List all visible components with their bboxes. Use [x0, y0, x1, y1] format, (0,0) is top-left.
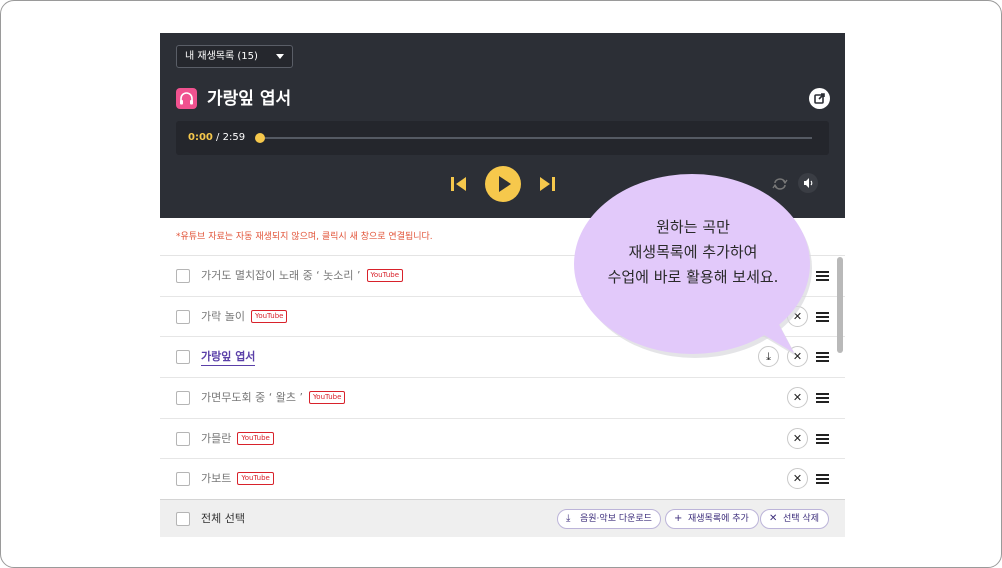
share-icon[interactable]	[809, 88, 830, 109]
youtube-badge: YouTube	[308, 391, 346, 405]
item-checkbox[interactable]	[176, 309, 190, 324]
youtube-badge: YouTube	[237, 431, 274, 445]
list-item[interactable]: 가믈란 YouTube ✕	[160, 419, 845, 460]
song-title-text: 가면무도회 중 ‘ 왈츠 ’	[201, 391, 303, 405]
song-title-text: 가락 놀이	[201, 309, 245, 323]
download-selected-label: 음원·악보 다운로드	[580, 514, 652, 524]
item-checkbox[interactable]	[176, 391, 190, 406]
item-checkbox[interactable]	[176, 472, 190, 487]
song-title-link[interactable]: 가락 놀이 YouTube	[201, 309, 288, 325]
time-display: 0:00 / 2:59	[188, 131, 245, 145]
callout-bubble: 원하는 곡만 재생목록에 추가하여 수업에 바로 활용해 보세요.	[574, 167, 812, 359]
play-icon[interactable]	[485, 166, 521, 202]
close-icon[interactable]: ✕	[787, 427, 808, 449]
time-current: 0:00	[188, 132, 213, 143]
youtube-badge: YouTube	[366, 269, 404, 282]
chevron-down-icon	[276, 54, 284, 59]
youtube-notice: *유튜브 자료는 자동 재생되지 않으며, 클릭시 새 창으로 연결됩니다.	[176, 232, 433, 242]
song-title-text: 가믈란	[201, 431, 232, 445]
song-title-link[interactable]: 가믈란 YouTube	[201, 431, 274, 447]
drag-handle-icon[interactable]	[816, 433, 829, 444]
time-separator: /	[212, 132, 223, 143]
item-checkbox[interactable]	[176, 350, 190, 365]
drag-handle-icon[interactable]	[816, 474, 829, 485]
callout-line-1: 원하는 곡만	[656, 218, 730, 236]
callout-line-2: 재생목록에 추가하여	[628, 243, 758, 261]
item-checkbox[interactable]	[176, 431, 190, 446]
youtube-badge: YouTube	[250, 309, 288, 323]
callout-line-3: 수업에 바로 활용해 보세요.	[607, 268, 779, 286]
skip-next-icon[interactable]	[537, 175, 557, 193]
song-title: 가랑잎 엽서	[207, 89, 292, 109]
window-frame: 내 재생목록 (15) 가랑잎 엽서 0:00 / 2:59 *유튜브 자료는 …	[0, 0, 1002, 568]
song-title-text: 가보트	[201, 472, 232, 486]
delete-selected-label: 선택 삭제	[783, 514, 819, 524]
playlist-dropdown[interactable]: 내 재생목록 (15)	[176, 45, 293, 68]
drag-handle-icon[interactable]	[816, 311, 829, 322]
close-icon: ✕	[769, 513, 778, 524]
download-selected-button[interactable]: ⤓ 음원·악보 다운로드	[557, 509, 661, 529]
seek-bar: 0:00 / 2:59	[176, 121, 829, 155]
download-icon: ⤓	[566, 513, 571, 524]
progress-track[interactable]	[260, 137, 812, 139]
song-title-text: 가랑잎 엽서	[201, 350, 256, 364]
delete-selected-button[interactable]: ✕ 선택 삭제	[760, 509, 829, 529]
song-title-text: 가거도 멸치잡이 노래 중 ‘ 놋소리 ’	[201, 269, 361, 282]
close-icon[interactable]: ✕	[787, 468, 808, 490]
list-item[interactable]: 가면무도회 중 ‘ 왈츠 ’ YouTube ✕	[160, 378, 845, 419]
headphones-icon	[176, 88, 197, 109]
song-title-link[interactable]: 가면무도회 중 ‘ 왈츠 ’ YouTube	[201, 390, 346, 406]
callout-text: 원하는 곡만 재생목록에 추가하여 수업에 바로 활용해 보세요.	[574, 215, 812, 290]
drag-handle-icon[interactable]	[816, 271, 829, 281]
song-title-link[interactable]: 가보트 YouTube	[201, 471, 274, 487]
list-scrollbar[interactable]	[837, 257, 843, 353]
select-all-checkbox[interactable]	[176, 512, 190, 526]
youtube-badge: YouTube	[237, 472, 274, 486]
close-icon[interactable]: ✕	[787, 387, 808, 409]
list-footer: 전체 선택 ⤓ 음원·악보 다운로드 + 재생목록에 추가 ✕ 선택 삭제	[160, 499, 845, 537]
select-all-label: 전체 선택	[201, 512, 245, 525]
item-checkbox[interactable]	[176, 269, 190, 283]
time-total: 2:59	[222, 132, 246, 143]
song-title-link[interactable]: 가거도 멸치잡이 노래 중 ‘ 놋소리 ’ YouTube	[201, 268, 404, 284]
list-item[interactable]: 가보트 YouTube ✕	[160, 459, 845, 499]
add-to-playlist-label: 재생목록에 추가	[688, 514, 749, 524]
plus-icon: +	[674, 513, 683, 524]
drag-handle-icon[interactable]	[816, 393, 829, 404]
drag-handle-icon[interactable]	[816, 352, 829, 363]
add-to-playlist-button[interactable]: + 재생목록에 추가	[665, 509, 759, 529]
playlist-dropdown-label: 내 재생목록 (15)	[185, 51, 258, 62]
progress-handle[interactable]	[255, 133, 265, 143]
skip-previous-icon[interactable]	[449, 175, 469, 193]
song-title-link[interactable]: 가랑잎 엽서	[201, 349, 256, 367]
